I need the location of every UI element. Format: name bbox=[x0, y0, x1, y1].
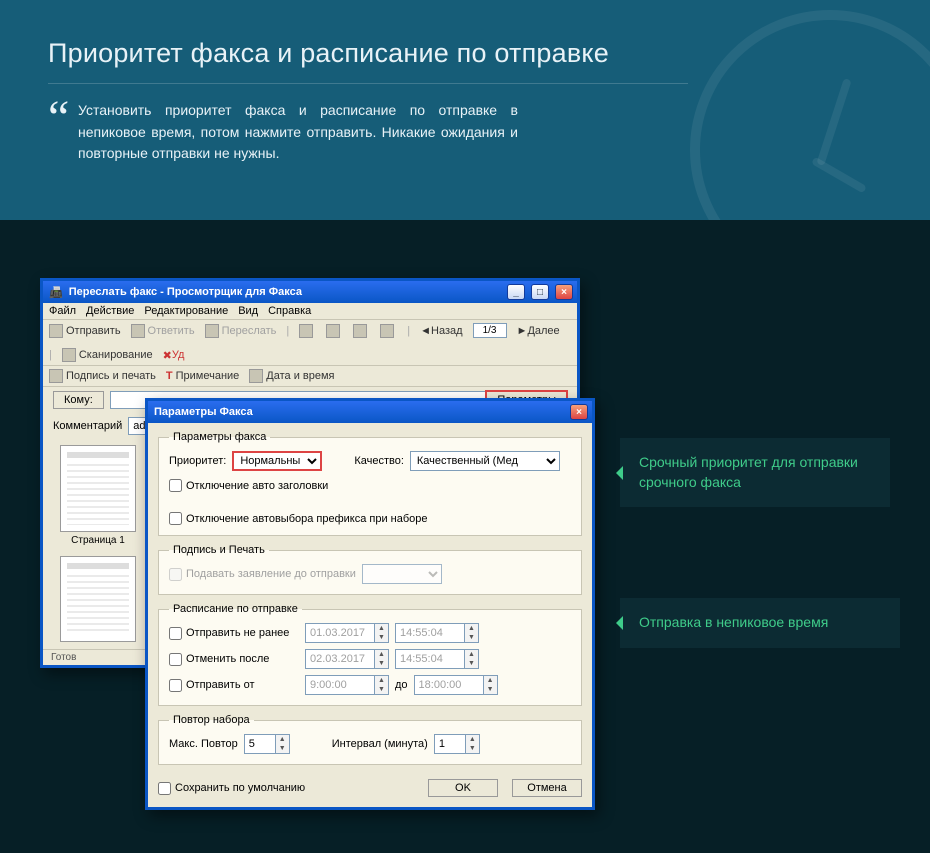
date2-input[interactable]: ▲▼ bbox=[305, 649, 389, 669]
maximize-button[interactable]: □ bbox=[531, 284, 549, 300]
date1-input[interactable]: ▲▼ bbox=[305, 623, 389, 643]
hero-banner: Приоритет факса и расписание по отправке… bbox=[0, 0, 930, 220]
group-schedule: Расписание по отправке Отправить не ране… bbox=[158, 603, 582, 706]
sign-select bbox=[362, 564, 442, 584]
clock-icon bbox=[249, 369, 263, 383]
time2-input[interactable]: ▲▼ bbox=[395, 649, 479, 669]
callout-priority: Срочный приоритет для отправки срочного … bbox=[620, 438, 890, 507]
quality-select[interactable]: Качественный (Мед bbox=[410, 451, 560, 471]
max-retry-label: Макс. Повтор bbox=[169, 738, 238, 750]
menu-edit[interactable]: Редактирование bbox=[144, 305, 228, 317]
priority-label: Приоритет: bbox=[169, 455, 226, 467]
to-time-input[interactable]: ▲▼ bbox=[414, 675, 498, 695]
group-fax-params-legend: Параметры факса bbox=[169, 431, 270, 443]
page-thumbnail-1[interactable] bbox=[60, 445, 136, 532]
menu-view[interactable]: Вид bbox=[238, 305, 258, 317]
hero-divider bbox=[48, 83, 688, 84]
group-retry-legend: Повтор набора bbox=[169, 714, 254, 726]
toolbar-2: Подпись и печать TПримечание Дата и врем… bbox=[43, 366, 577, 387]
interval-input[interactable]: ▲▼ bbox=[434, 734, 480, 754]
params-close-button[interactable]: × bbox=[570, 404, 588, 420]
fax-params-dialog: Параметры Факса × Параметры факса Приори… bbox=[145, 398, 595, 810]
tool-zoom-icon[interactable] bbox=[353, 324, 370, 338]
page-thumbnail-2[interactable] bbox=[60, 556, 136, 643]
callout-schedule: Отправка в непиковое время bbox=[620, 598, 900, 648]
ok-button[interactable]: OK bbox=[428, 779, 498, 797]
menu-action[interactable]: Действие bbox=[86, 305, 134, 317]
forward-icon bbox=[205, 324, 219, 338]
forward-button[interactable]: Переслать bbox=[205, 324, 277, 338]
send-button[interactable]: Отправить bbox=[49, 324, 121, 338]
group-retry: Повтор набора Макс. Повтор ▲▼ Интервал (… bbox=[158, 714, 582, 765]
tool-zoomout-icon[interactable] bbox=[380, 324, 397, 338]
page-caption: Страница 1 bbox=[71, 535, 125, 546]
group-sign-legend: Подпись и Печать bbox=[169, 544, 269, 556]
to-label-button[interactable]: Кому: bbox=[53, 391, 104, 409]
interval-label: Интервал (минута) bbox=[332, 738, 428, 750]
viewer-titlebar[interactable]: 📠 Переслать факс - Просмотрщик для Факса… bbox=[43, 281, 577, 303]
hero-body: Установить приоритет факса и расписание … bbox=[78, 100, 518, 165]
tool-hand-icon[interactable] bbox=[299, 324, 316, 338]
params-titlebar[interactable]: Параметры Факса × bbox=[148, 401, 592, 423]
cancel-button[interactable]: Отмена bbox=[512, 779, 582, 797]
tool-select-icon[interactable] bbox=[326, 324, 343, 338]
chk-not-before[interactable]: Отправить не ранее bbox=[169, 627, 299, 640]
nav-back[interactable]: ◄ Назад bbox=[420, 325, 462, 337]
close-button[interactable]: × bbox=[555, 284, 573, 300]
params-title: Параметры Факса bbox=[154, 406, 253, 418]
delete-button[interactable]: ✖ Уд bbox=[163, 349, 185, 362]
from-time-input[interactable]: ▲▼ bbox=[305, 675, 389, 695]
minimize-button[interactable]: _ bbox=[507, 284, 525, 300]
note-button[interactable]: TПримечание bbox=[166, 370, 239, 382]
quality-label: Качество: bbox=[354, 455, 404, 467]
to-label: до bbox=[395, 679, 408, 691]
datetime-button[interactable]: Дата и время bbox=[249, 369, 334, 383]
page-indicator[interactable] bbox=[473, 323, 507, 338]
group-fax-params: Параметры факса Приоритет: Нормальны Кач… bbox=[158, 431, 582, 536]
chk-save-default[interactable]: Сохранить по умолчанию bbox=[158, 782, 305, 795]
reply-button[interactable]: Ответить bbox=[131, 324, 195, 338]
chk-cancel-after[interactable]: Отменить после bbox=[169, 653, 299, 666]
app-icon: 📠 bbox=[49, 286, 63, 299]
scan-icon bbox=[62, 348, 76, 362]
callout-schedule-text: Отправка в непиковое время bbox=[639, 614, 828, 630]
stamp-button[interactable]: Подпись и печать bbox=[49, 369, 156, 383]
viewer-title: Переслать факс - Просмотрщик для Факса bbox=[69, 286, 302, 298]
time1-input[interactable]: ▲▼ bbox=[395, 623, 479, 643]
chk-auto-header[interactable]: Отключение авто заголовки bbox=[169, 479, 328, 492]
comment-label: Комментарий bbox=[53, 420, 122, 432]
callout-priority-text: Срочный приоритет для отправки срочного … bbox=[639, 454, 858, 490]
scan-button[interactable]: Сканирование bbox=[62, 348, 153, 362]
chk-auto-prefix[interactable]: Отключение автовыбора префикса при набор… bbox=[169, 512, 428, 525]
menu-file[interactable]: Файл bbox=[49, 305, 76, 317]
nav-next[interactable]: ► Далее bbox=[517, 325, 560, 337]
group-sign: Подпись и Печать Подавать заявление до о… bbox=[158, 544, 582, 595]
chk-sign-apply[interactable]: Подавать заявление до отправки bbox=[169, 568, 356, 581]
stamp-icon bbox=[49, 369, 63, 383]
menu-help[interactable]: Справка bbox=[268, 305, 311, 317]
toolbar-1: Отправить Ответить Переслать | | ◄ Назад… bbox=[43, 320, 577, 366]
priority-select[interactable]: Нормальны bbox=[232, 451, 322, 471]
menu-bar: Файл Действие Редактирование Вид Справка bbox=[43, 303, 577, 320]
chk-send-from[interactable]: Отправить от bbox=[169, 679, 299, 692]
quote-icon: “ bbox=[48, 94, 69, 142]
group-schedule-legend: Расписание по отправке bbox=[169, 603, 302, 615]
reply-icon bbox=[131, 324, 145, 338]
send-icon bbox=[49, 324, 63, 338]
max-retry-input[interactable]: ▲▼ bbox=[244, 734, 290, 754]
